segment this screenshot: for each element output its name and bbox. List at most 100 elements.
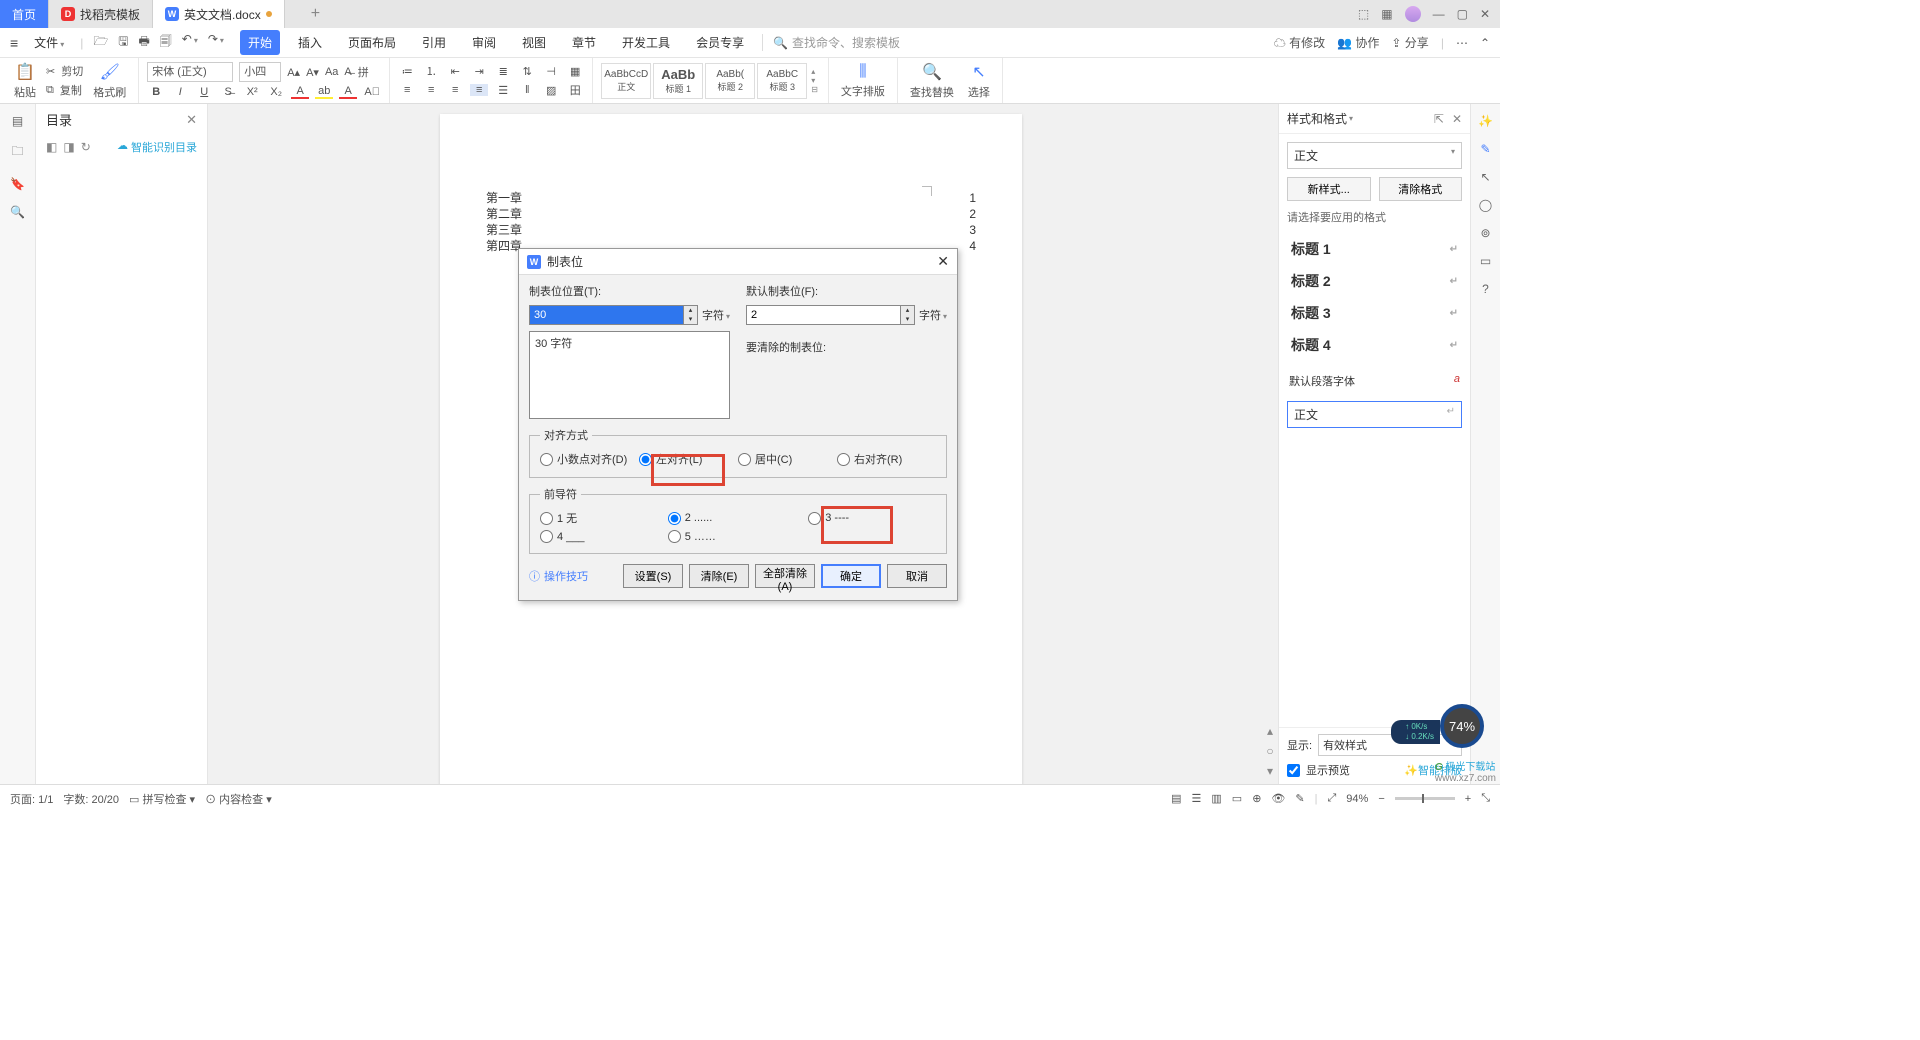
tab-templates[interactable]: D 找稻壳模板 <box>49 0 153 28</box>
scroll-dot-icon[interactable]: ○ <box>1266 744 1273 758</box>
rail-doc-icon[interactable]: ▤ <box>12 114 23 128</box>
tab-chapter[interactable]: 章节 <box>564 30 604 55</box>
spinner[interactable]: ▴▾ <box>901 305 915 325</box>
leader-5[interactable]: 5 …… <box>668 530 809 543</box>
command-search[interactable]: 🔍 查找命令、搜索模板 <box>762 34 900 51</box>
word-count[interactable]: 字数: 20/20 <box>63 791 119 807</box>
tab-pos-input[interactable] <box>529 305 684 325</box>
maximize-icon[interactable]: ▢ <box>1457 7 1468 21</box>
unit-label[interactable]: 字符▾ <box>702 307 730 323</box>
outdent-icon[interactable]: ⇤ <box>446 65 464 78</box>
toc-collapse-icon[interactable]: ◨ <box>63 140 74 154</box>
page-indicator[interactable]: 页面: 1/1 <box>10 791 53 807</box>
borders-icon[interactable]: 田 <box>566 82 584 98</box>
clearall-button[interactable]: 全部清除(A) <box>755 564 815 588</box>
view-web-icon[interactable]: ☰ <box>1192 792 1202 805</box>
save-icon[interactable]: 🖫 <box>118 32 128 53</box>
select-button[interactable]: ↖选择 <box>964 60 994 102</box>
default-tab-input[interactable] <box>746 305 901 325</box>
view-page-icon[interactable]: ▤ <box>1171 792 1181 805</box>
italic-icon[interactable]: I <box>171 86 189 98</box>
file-menu[interactable]: 文件▾ <box>28 32 70 53</box>
has-changes[interactable]: ☁ 有修改 <box>1274 34 1325 51</box>
rail-edit-icon[interactable]: ✎ <box>1480 142 1490 156</box>
superscript-icon[interactable]: X² <box>243 86 261 98</box>
redo-icon[interactable]: ↷▾ <box>208 32 224 53</box>
scroll-down-icon[interactable]: ▾ <box>1267 764 1273 778</box>
pen-icon[interactable]: ✎ <box>1295 792 1304 805</box>
preview-checkbox[interactable] <box>1287 764 1300 777</box>
border-icon[interactable]: ▦ <box>566 65 584 78</box>
undo-icon[interactable]: ↶▾ <box>182 32 198 53</box>
cut-button[interactable]: ✂剪切 <box>46 63 83 79</box>
tab-start[interactable]: 开始 <box>240 30 280 55</box>
format-painter[interactable]: 🖌格式刷 <box>89 60 130 102</box>
strike-icon[interactable]: S̶ <box>219 86 237 98</box>
fit-icon[interactable]: ⤢ <box>1327 792 1336 805</box>
style-item-h2[interactable]: AaBb(标题 2 <box>705 63 755 99</box>
tile-icon[interactable]: ⬚ <box>1358 7 1369 21</box>
copy-button[interactable]: ⧉复制 <box>46 82 83 98</box>
toc-expand-icon[interactable]: ◧ <box>46 140 57 154</box>
bullets-icon[interactable]: ≔ <box>398 65 416 78</box>
numbering-icon[interactable]: ⒈ <box>422 63 440 79</box>
tabstop-icon[interactable]: ⊣ <box>542 65 560 78</box>
avatar-icon[interactable] <box>1405 6 1421 22</box>
zoom-slider[interactable] <box>1395 797 1455 800</box>
rail-goto-icon[interactable]: ⊚ <box>1480 226 1490 240</box>
hamburger-icon[interactable]: ≡ <box>10 35 18 51</box>
clear-format-button[interactable]: 清除格式 <box>1379 177 1463 201</box>
align-center-icon[interactable]: ≡ <box>422 84 440 96</box>
line-height-icon[interactable]: ‖ <box>518 84 536 96</box>
style-down-icon[interactable]: ▾ <box>811 76 818 85</box>
tab-pagelayout[interactable]: 页面布局 <box>340 30 404 55</box>
tab-vip[interactable]: 会员专享 <box>688 30 752 55</box>
tab-add[interactable]: + <box>285 0 346 28</box>
view-outline-icon[interactable]: ▥ <box>1211 792 1221 805</box>
doc-scroll[interactable]: ▴ ○ ▾ <box>1262 104 1278 784</box>
dialog-titlebar[interactable]: W 制表位 ✕ <box>519 249 957 275</box>
char-border-icon[interactable]: A⃞ <box>363 86 381 98</box>
preview-icon[interactable]: 🗐 <box>160 32 172 53</box>
rail-select-icon[interactable]: ↖ <box>1480 170 1490 184</box>
toc-ai-button[interactable]: ☁智能识别目录 <box>117 139 197 155</box>
size-select[interactable]: 小四 <box>239 62 281 82</box>
toc-refresh-icon[interactable]: ↻ <box>81 140 91 154</box>
style-item[interactable]: 标题 2↵ <box>1287 265 1462 297</box>
tab-document[interactable]: W 英文文档.docx <box>153 0 285 28</box>
tab-home[interactable]: 首页 <box>0 0 49 28</box>
rail-ai-icon[interactable]: ✨ <box>1478 114 1493 128</box>
dialog-close-icon[interactable]: ✕ <box>937 253 949 270</box>
spellcheck-menu[interactable]: ▭ 拼写检查 ▾ <box>129 791 195 807</box>
align-center[interactable]: 居中(C) <box>738 451 837 467</box>
tab-devtools[interactable]: 开发工具 <box>614 30 678 55</box>
style-more-icon[interactable]: ⊟ <box>811 85 818 94</box>
cancel-button[interactable]: 取消 <box>887 564 947 588</box>
close-icon[interactable]: ✕ <box>1480 7 1490 21</box>
style-item-normal[interactable]: AaBbCcD正文 <box>601 63 651 99</box>
rail-shape-icon[interactable]: ◯ <box>1479 198 1492 212</box>
align-left-icon[interactable]: ≡ <box>398 84 416 96</box>
pinyin-icon[interactable]: 拼 <box>358 64 369 80</box>
coop-button[interactable]: 👥 协作 <box>1337 34 1379 51</box>
leader-1[interactable]: 1 无 <box>540 510 668 526</box>
tab-review[interactable]: 审阅 <box>464 30 504 55</box>
apps-icon[interactable]: ▦ <box>1381 7 1392 21</box>
style-item-h3[interactable]: AaBbC标题 3 <box>757 63 807 99</box>
sort-icon[interactable]: ⇅ <box>518 65 536 78</box>
grow-font-icon[interactable]: A▴ <box>287 66 300 79</box>
clear-button[interactable]: 清除(E) <box>689 564 749 588</box>
tab-reference[interactable]: 引用 <box>414 30 454 55</box>
style-item-h1[interactable]: AaBb标题 1 <box>653 63 703 99</box>
font-select[interactable]: 宋体 (正文) <box>147 62 233 82</box>
spinner[interactable]: ▴▾ <box>684 305 698 325</box>
rail-search-icon[interactable]: 🔍 <box>10 205 25 219</box>
scroll-up-icon[interactable]: ▴ <box>1267 724 1273 738</box>
print-icon[interactable]: 🖶 <box>138 32 149 53</box>
leader-3[interactable]: 3 ---- <box>808 510 936 526</box>
more-icon[interactable]: ⋯ <box>1456 36 1468 50</box>
view-read-icon[interactable]: ▭ <box>1232 792 1242 805</box>
highlight-icon[interactable]: ab <box>315 85 333 99</box>
font-color2-icon[interactable]: A <box>339 85 357 99</box>
minimize-icon[interactable]: — <box>1433 7 1445 21</box>
